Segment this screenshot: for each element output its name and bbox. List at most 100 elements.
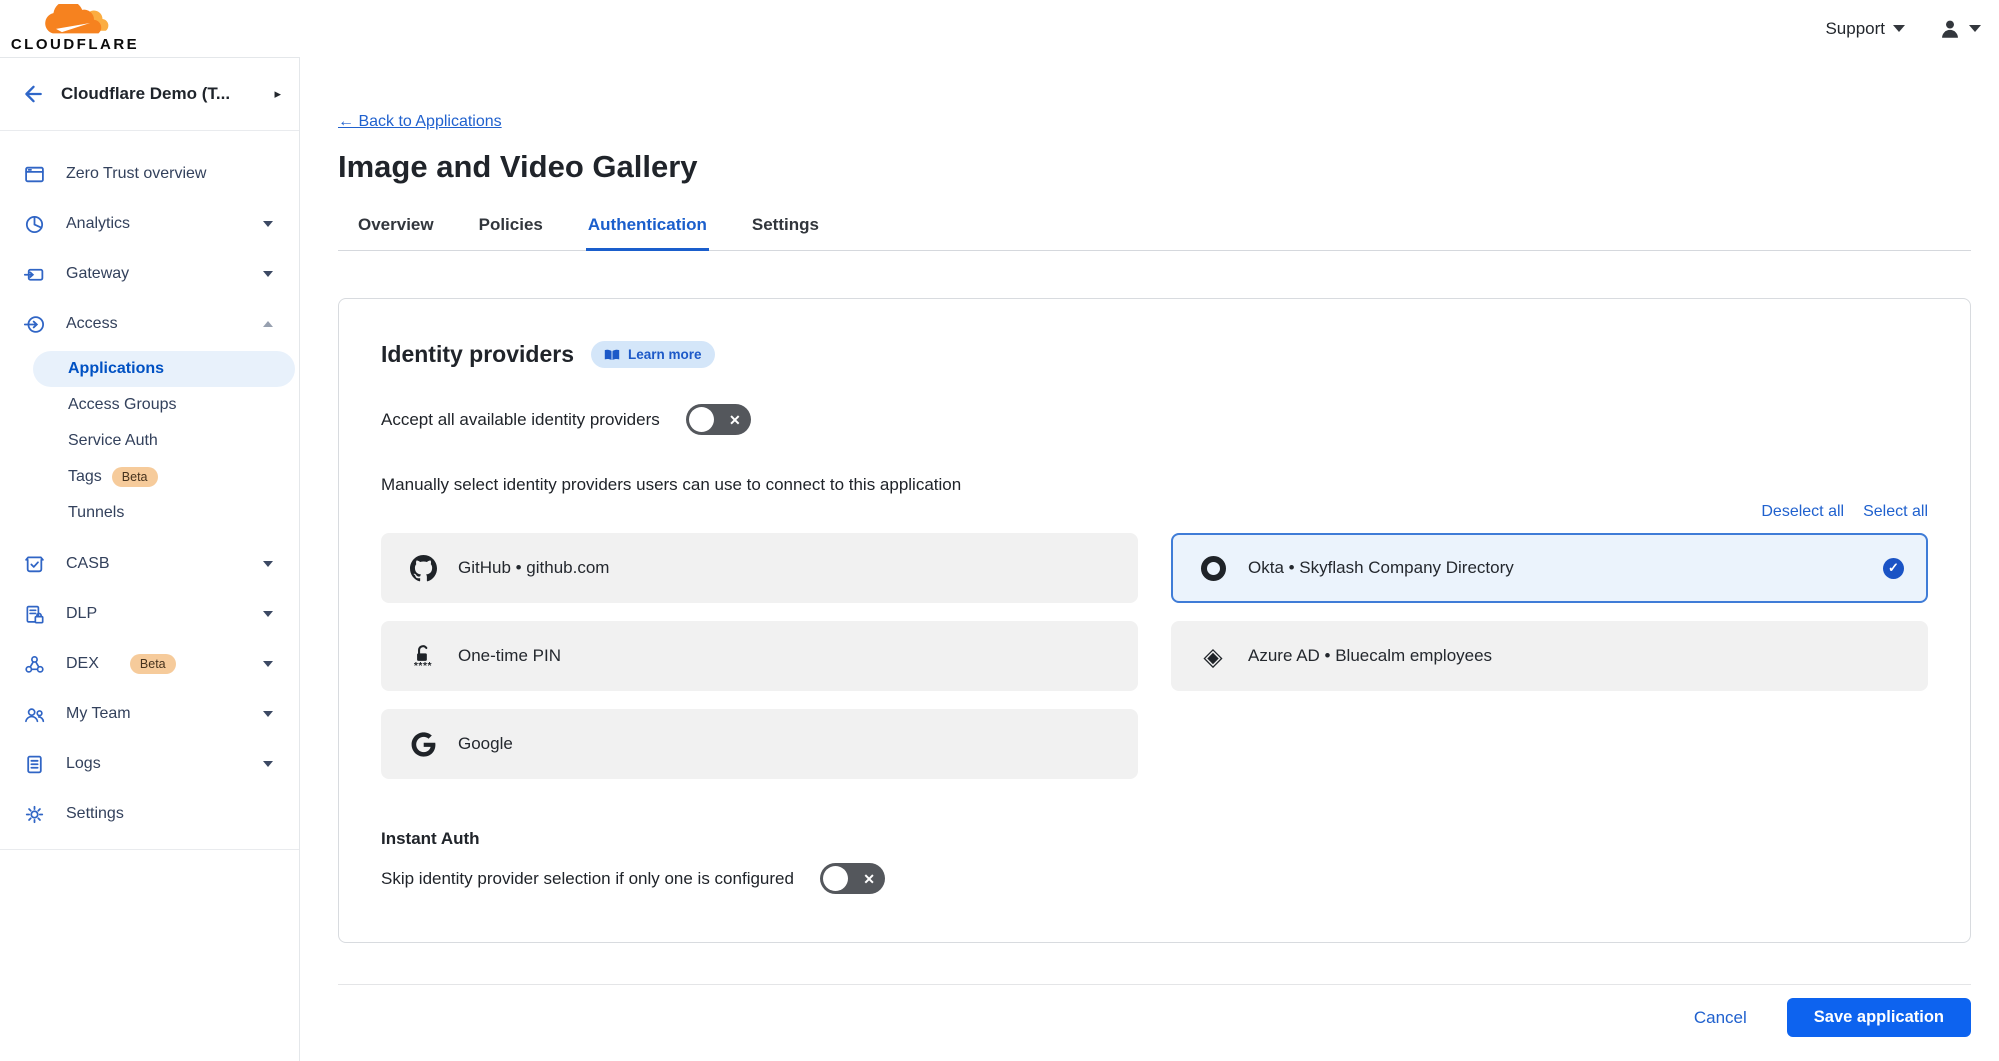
cloudflare-logo[interactable]: CLOUDFLARE — [14, 4, 136, 53]
window-icon — [24, 164, 45, 185]
gateway-icon — [24, 264, 45, 285]
select-all-link[interactable]: Select all — [1863, 503, 1928, 521]
user-icon — [1939, 18, 1961, 40]
chevron-down-icon[interactable] — [263, 661, 273, 667]
toggle-knob — [823, 866, 848, 891]
provider-card-github[interactable]: GitHub • github.com — [381, 533, 1138, 603]
cloudflare-cloud-icon — [32, 4, 118, 38]
sidebar-item-label: Zero Trust overview — [66, 165, 206, 183]
sidebar-item-tunnels[interactable]: Tunnels — [33, 495, 295, 531]
back-to-applications-link[interactable]: ← Back to Applications — [338, 113, 502, 131]
account-menu[interactable] — [1939, 18, 1981, 40]
sidebar-item-label: Settings — [66, 805, 124, 823]
log-document-icon — [24, 754, 45, 775]
instant-auth-heading: Instant Auth — [381, 829, 1928, 849]
tab-bar: Overview Policies Authentication Setting… — [338, 207, 1971, 251]
support-menu[interactable]: Support — [1825, 19, 1905, 39]
chevron-down-icon[interactable] — [263, 711, 273, 717]
sidebar-item-logs[interactable]: Logs — [0, 739, 299, 789]
account-name[interactable]: Cloudflare Demo (T... — [61, 84, 257, 104]
sidebar-item-settings[interactable]: Settings — [0, 789, 299, 839]
pie-chart-icon — [24, 214, 45, 235]
sidebar-item-access-groups[interactable]: Access Groups — [33, 387, 295, 423]
sidebar-item-my-team[interactable]: My Team — [0, 689, 299, 739]
provider-name: Azure AD • Bluecalm employees — [1248, 646, 1492, 666]
accept-all-toggle[interactable]: ✕ — [686, 404, 751, 435]
identity-providers-card: Identity providers Learn more Accept all… — [338, 298, 1971, 943]
sidebar-item-label: Service Auth — [68, 432, 158, 450]
access-login-icon — [24, 314, 45, 335]
sidebar-item-label: Applications — [68, 360, 164, 378]
sidebar-item-label: DEX — [66, 655, 99, 673]
learn-more-badge[interactable]: Learn more — [591, 341, 715, 368]
tab-overview[interactable]: Overview — [356, 207, 436, 251]
sidebar-item-label: My Team — [66, 705, 131, 723]
svg-text:****: **** — [414, 660, 433, 669]
sidebar-item-tags[interactable]: Tags Beta — [33, 459, 295, 495]
cloudflare-wordmark: CLOUDFLARE — [11, 36, 139, 53]
chevron-down-icon — [1969, 25, 1981, 32]
sidebar-item-label: Tags — [68, 468, 102, 486]
one-time-pin-icon: **** — [409, 643, 437, 670]
learn-more-label: Learn more — [628, 347, 702, 362]
provider-card-azure-ad[interactable]: ◈ Azure AD • Bluecalm employees — [1171, 621, 1928, 691]
provider-card-okta[interactable]: Okta • Skyflash Company Directory ✓ — [1171, 533, 1928, 603]
beta-badge: Beta — [130, 654, 176, 674]
sidebar-item-label: Access — [66, 315, 118, 333]
back-arrow-icon[interactable] — [22, 83, 44, 105]
chevron-down-icon[interactable] — [263, 561, 273, 567]
footer-actions: Cancel Save application — [338, 998, 1971, 1037]
sidebar-item-dlp[interactable]: DLP — [0, 589, 299, 639]
sidebar-item-dex[interactable]: DEX Beta — [0, 639, 299, 689]
card-title: Identity providers — [381, 341, 574, 368]
top-bar: CLOUDFLARE Support — [0, 0, 1999, 57]
sidebar-item-label: Tunnels — [68, 504, 124, 522]
provider-name: GitHub • github.com — [458, 558, 609, 578]
azure-ad-icon: ◈ — [1199, 644, 1227, 669]
toggle-off-x-icon: ✕ — [863, 872, 875, 886]
sidebar-item-zero-trust-overview[interactable]: Zero Trust overview — [0, 149, 299, 199]
github-icon — [409, 555, 437, 582]
chevron-down-icon[interactable] — [263, 611, 273, 617]
sidebar-item-label: Analytics — [66, 215, 130, 233]
chevron-right-icon[interactable]: ▸ — [274, 86, 281, 102]
sidebar-item-label: Gateway — [66, 265, 129, 283]
provider-grid: GitHub • github.com Okta • Skyflash Comp… — [381, 533, 1928, 779]
chevron-down-icon[interactable] — [263, 221, 273, 227]
sidebar-item-label: CASB — [66, 555, 110, 573]
beta-badge: Beta — [112, 467, 158, 487]
sidebar-item-gateway[interactable]: Gateway — [0, 249, 299, 299]
access-subnav: Applications Access Groups Service Auth … — [0, 349, 299, 539]
chevron-down-icon[interactable] — [263, 271, 273, 277]
toggle-off-x-icon: ✕ — [729, 413, 741, 427]
sidebar-item-casb[interactable]: CASB — [0, 539, 299, 589]
sidebar-item-applications[interactable]: Applications — [33, 351, 295, 387]
tab-settings[interactable]: Settings — [750, 207, 821, 251]
network-nodes-icon — [24, 654, 45, 675]
sidebar-item-service-auth[interactable]: Service Auth — [33, 423, 295, 459]
sidebar-account-header: Cloudflare Demo (T... ▸ — [0, 58, 299, 131]
toggle-knob — [689, 407, 714, 432]
tab-authentication[interactable]: Authentication — [586, 207, 709, 251]
manual-select-label: Manually select identity providers users… — [381, 475, 1928, 495]
instant-auth-toggle[interactable]: ✕ — [820, 863, 885, 894]
provider-card-one-time-pin[interactable]: **** One-time PIN — [381, 621, 1138, 691]
okta-icon — [1199, 556, 1227, 581]
sidebar: Cloudflare Demo (T... ▸ Zero Trust overv… — [0, 57, 300, 1061]
provider-name: Okta • Skyflash Company Directory — [1248, 558, 1514, 578]
provider-name: Google — [458, 734, 513, 754]
cancel-button[interactable]: Cancel — [1694, 1008, 1747, 1028]
sidebar-item-label: Access Groups — [68, 396, 176, 414]
sidebar-item-label: DLP — [66, 605, 97, 623]
save-application-button[interactable]: Save application — [1787, 998, 1971, 1037]
sidebar-item-analytics[interactable]: Analytics — [0, 199, 299, 249]
chevron-down-icon[interactable] — [263, 761, 273, 767]
selected-check-icon: ✓ — [1883, 558, 1904, 579]
provider-card-google[interactable]: Google — [381, 709, 1138, 779]
chevron-up-icon[interactable] — [263, 321, 273, 327]
tab-policies[interactable]: Policies — [477, 207, 545, 251]
footer-divider — [338, 984, 1971, 985]
sidebar-divider — [0, 849, 299, 850]
sidebar-item-access[interactable]: Access — [0, 299, 299, 349]
deselect-all-link[interactable]: Deselect all — [1761, 503, 1844, 521]
